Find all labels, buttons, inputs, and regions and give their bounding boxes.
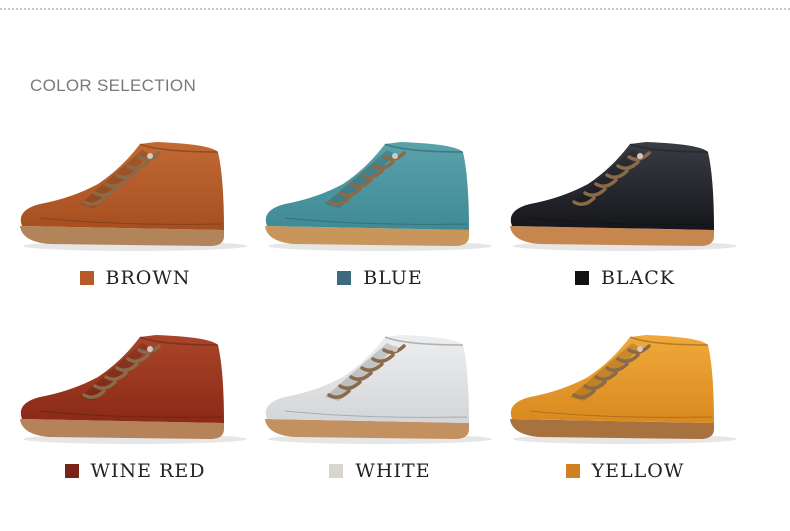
color-swatch-white (329, 464, 344, 478)
color-option-white[interactable]: WHITE (255, 331, 505, 531)
shoe-image-wine-red (20, 335, 247, 444)
shoe-image-brown (20, 142, 247, 251)
shoe-image-black (510, 142, 737, 251)
color-label-yellow: YELLOW (591, 460, 685, 482)
color-label-black: BLACK (600, 267, 676, 289)
shoe-image-blue (265, 142, 492, 251)
color-label-brown: BROWN (105, 267, 191, 289)
color-option-yellow[interactable]: YELLOW (500, 331, 750, 531)
color-label-white: WHITE (355, 460, 431, 482)
color-option-blue[interactable]: BLUE (255, 138, 505, 338)
color-swatch-yellow (565, 464, 580, 478)
color-swatch-black (574, 271, 589, 285)
shoe-image-white (265, 335, 492, 444)
color-label-wine-red: WINE RED (90, 460, 206, 482)
color-swatch-brown (79, 271, 94, 285)
shoe-image-yellow (510, 335, 737, 444)
color-grid: BROWN BLUE BLACK WINE RED WHITE YELLOW (0, 0, 790, 513)
color-option-black[interactable]: BLACK (500, 138, 750, 338)
color-swatch-wine-red (64, 464, 79, 478)
color-label-blue: BLUE (363, 267, 423, 289)
color-option-brown[interactable]: BROWN (10, 138, 260, 338)
color-option-wine-red[interactable]: WINE RED (10, 331, 260, 531)
color-swatch-blue (337, 271, 352, 285)
